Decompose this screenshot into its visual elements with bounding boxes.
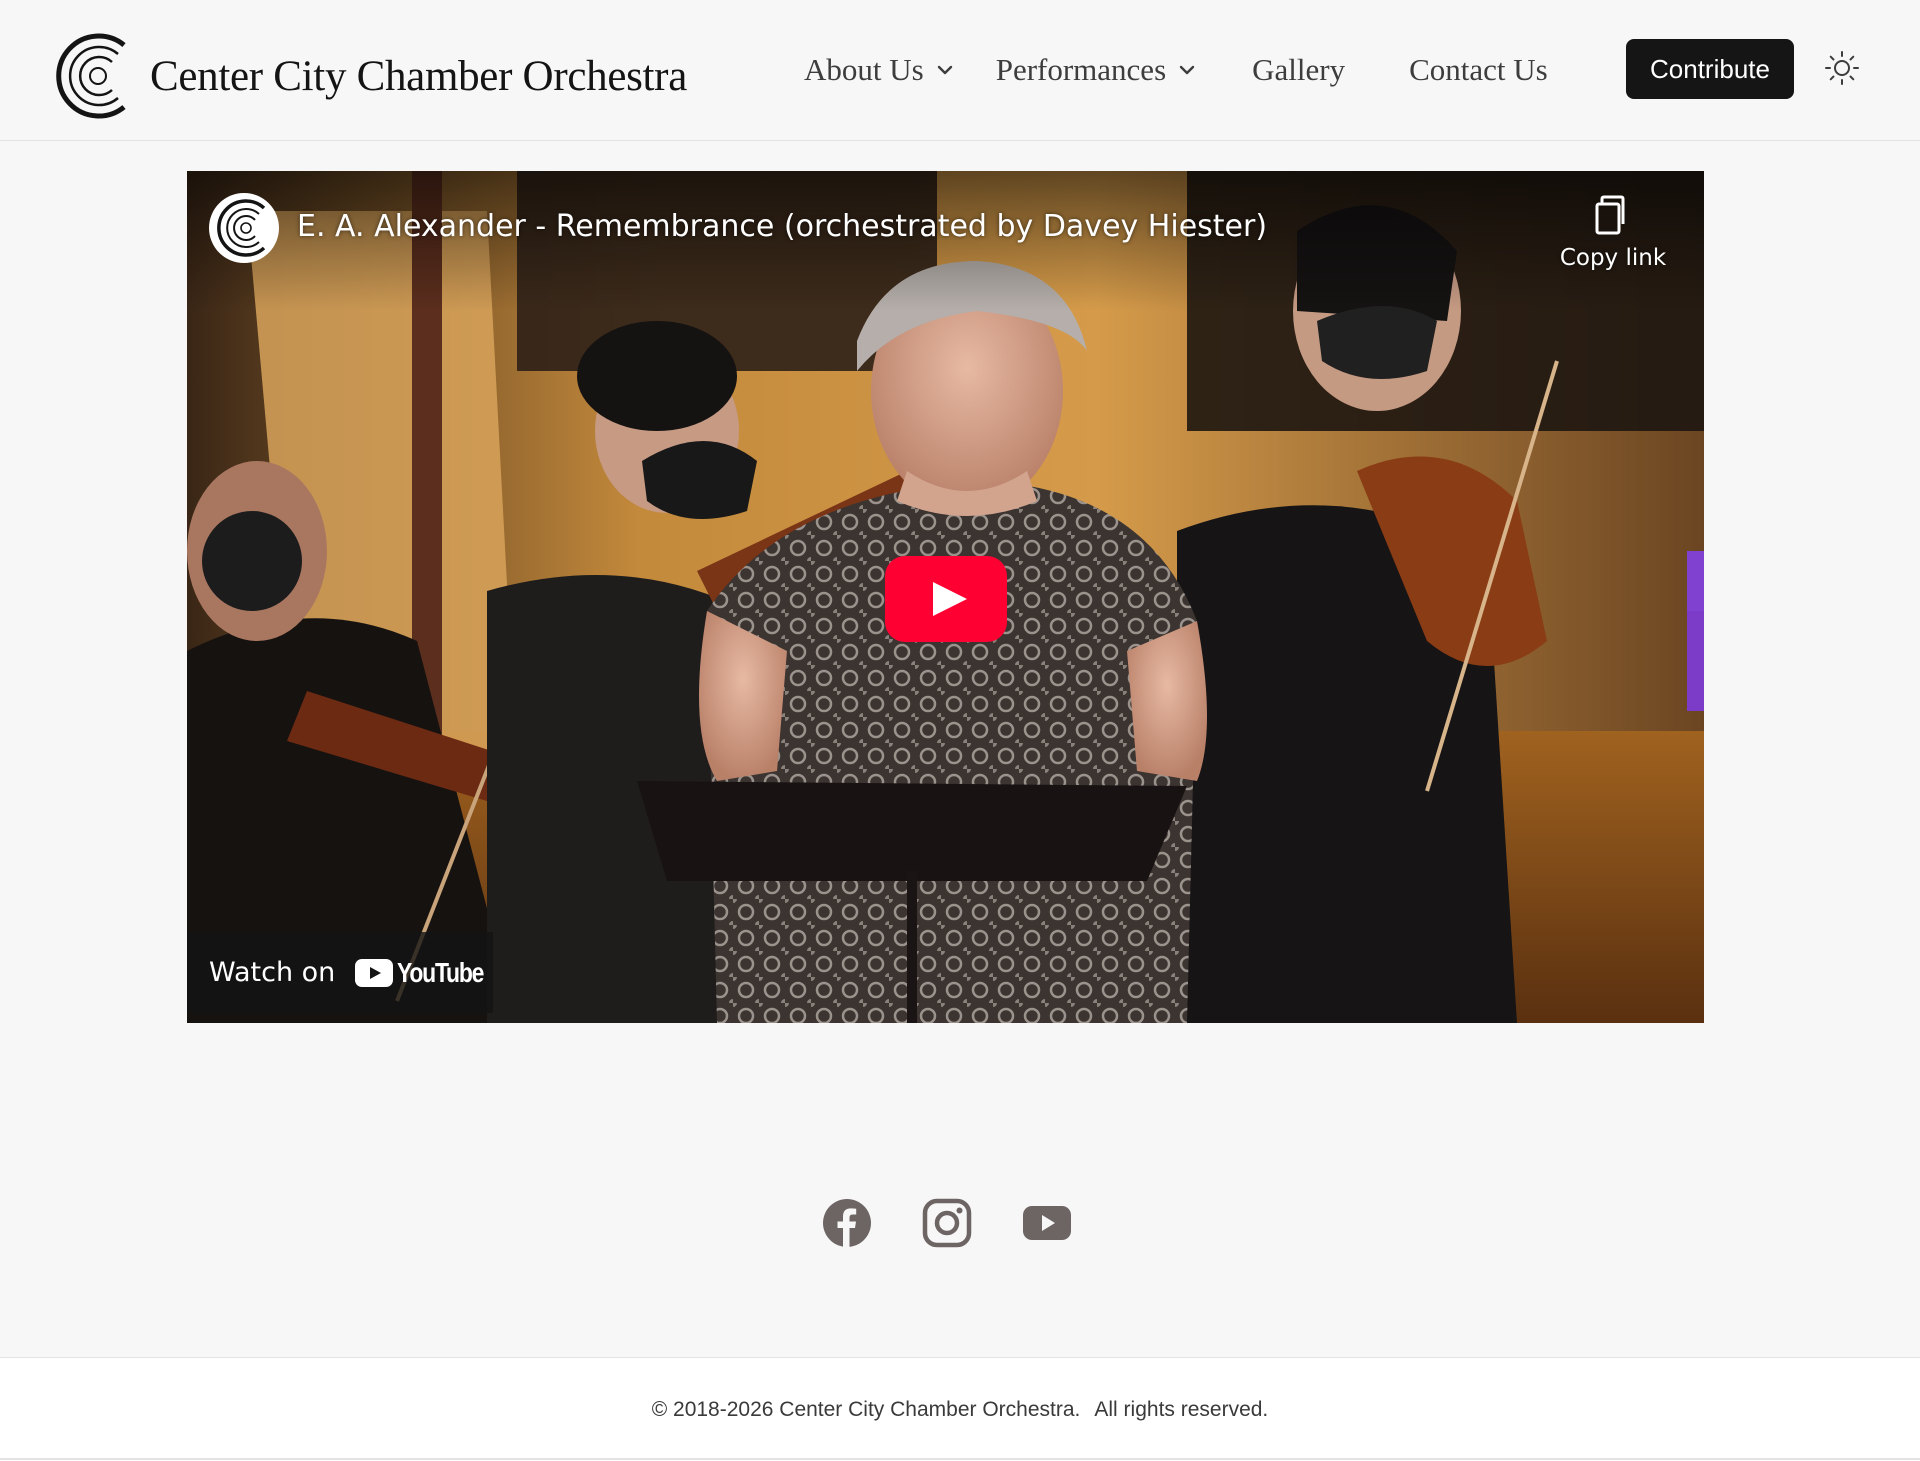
nav-gallery-label: Gallery: [1252, 52, 1346, 87]
site-name: Center City Chamber Orchestra: [150, 52, 687, 100]
chevron-down-icon: [1179, 65, 1195, 75]
footer-copyright-line: © 2018-2026 Center City Chamber Orchestr…: [0, 1398, 1920, 1422]
site-footer: © 2018-2026 Center City Chamber Orchestr…: [0, 1357, 1920, 1461]
brand-home-link[interactable]: Center City Chamber Orchestra: [56, 32, 687, 120]
youtube-logo: YouTube: [355, 957, 502, 989]
nav-contact-us-label: Contact Us: [1409, 52, 1548, 87]
youtube-play-icon[interactable]: [885, 556, 1007, 642]
nav-performances-label: Performances: [995, 52, 1167, 87]
nav-contact-us[interactable]: Contact Us: [1409, 52, 1548, 88]
orchestra-logo-icon: [217, 199, 266, 257]
watch-on-label: Watch on: [209, 957, 336, 988]
sun-icon[interactable]: [1824, 50, 1860, 86]
instagram-link[interactable]: [922, 1198, 972, 1248]
footer-divider: [0, 1458, 1920, 1460]
nav-gallery[interactable]: Gallery: [1252, 52, 1345, 88]
watch-on-youtube-link[interactable]: Watch on YouTube: [187, 932, 493, 1013]
rights-text: All rights reserved.: [1094, 1398, 1269, 1421]
copy-link-label: Copy link: [1559, 245, 1667, 271]
chevron-down-icon: [937, 65, 952, 75]
nav-about-us[interactable]: About Us: [804, 52, 954, 88]
copyright-text: © 2018-2026 Center City Chamber Orchestr…: [651, 1398, 1081, 1421]
social-links: [822, 1197, 1072, 1249]
channel-avatar[interactable]: [209, 193, 279, 263]
contribute-button[interactable]: Contribute: [1626, 39, 1794, 99]
youtube-link[interactable]: [1022, 1198, 1072, 1248]
facebook-icon: [823, 1199, 871, 1247]
orchestra-logo-icon: [56, 33, 126, 119]
copy-link-button[interactable]: Copy link: [1553, 195, 1673, 285]
main-nav: About Us Performances Gallery Contact Us: [804, 44, 1548, 96]
copy-icon: [1595, 195, 1625, 235]
youtube-icon: [355, 958, 394, 987]
nav-about-us-label: About Us: [804, 52, 924, 87]
youtube-video-embed[interactable]: E. A. Alexander - Remembrance (orchestra…: [187, 171, 1704, 1023]
video-title[interactable]: E. A. Alexander - Remembrance (orchestra…: [297, 209, 1267, 244]
nav-performances[interactable]: Performances: [996, 52, 1196, 88]
youtube-icon: [1023, 1206, 1071, 1240]
youtube-wordmark: YouTube: [397, 956, 484, 988]
facebook-link[interactable]: [822, 1198, 872, 1248]
instagram-icon: [922, 1198, 972, 1248]
site-header: Center City Chamber Orchestra About Us P…: [0, 0, 1920, 141]
